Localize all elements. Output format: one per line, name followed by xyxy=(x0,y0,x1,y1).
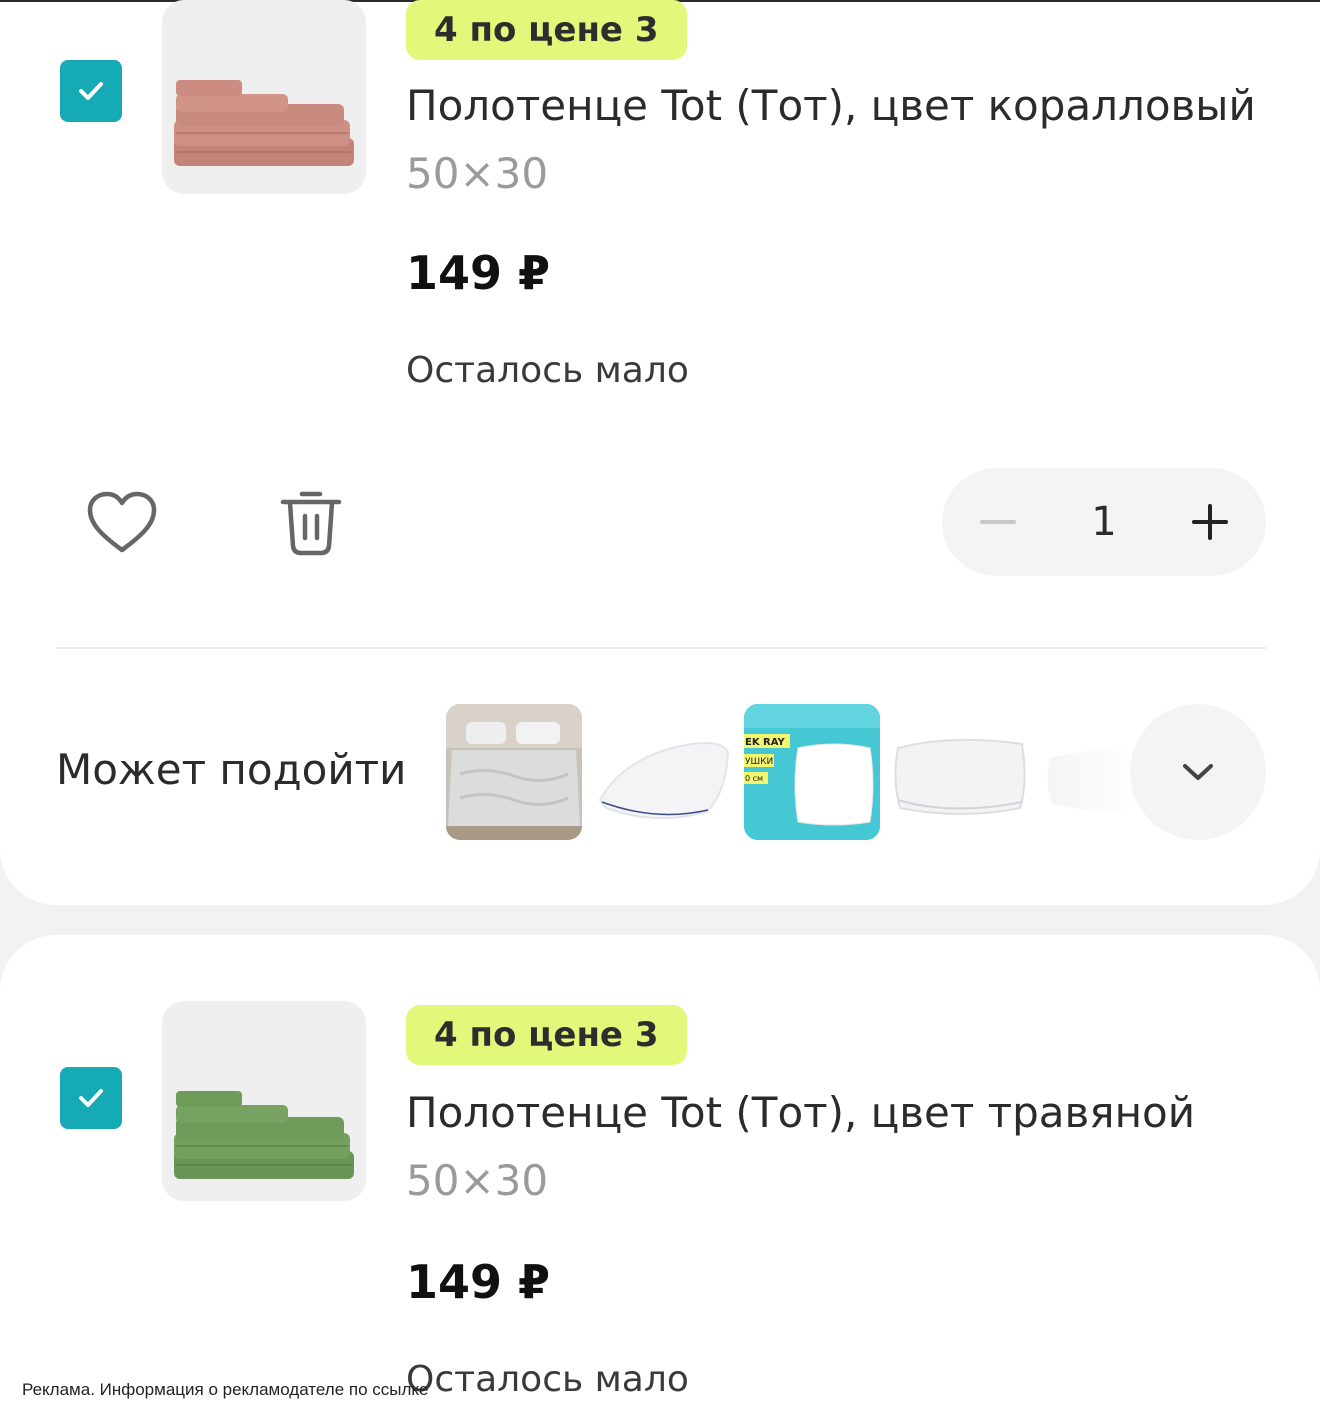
heart-icon xyxy=(87,491,157,553)
suggestion-thumbnail[interactable] xyxy=(892,704,1028,840)
coral-towel-image xyxy=(174,80,354,166)
thumb-text: УШКИ xyxy=(745,757,773,767)
quantity-value: 1 xyxy=(1091,499,1117,545)
suggestion-thumbnail[interactable]: EK RAY УШКИ 0 см xyxy=(744,704,880,840)
product-image[interactable] xyxy=(162,0,366,194)
green-towel-image xyxy=(174,1091,354,1179)
thumb-text: 0 см xyxy=(745,774,763,783)
product-image[interactable] xyxy=(162,1001,366,1201)
expand-suggestions-button[interactable] xyxy=(1130,704,1266,840)
item-select-checkbox[interactable] xyxy=(60,60,122,122)
product-price: 149 ₽ xyxy=(406,1255,551,1309)
pillow-image xyxy=(892,704,1028,840)
cart-item-card: 4 по цене 3 Полотенце Tot (Тот), цвет ко… xyxy=(0,0,1320,905)
ad-notice[interactable]: Реклама. Информация о рекламодателе по с… xyxy=(22,1380,429,1400)
plus-icon[interactable] xyxy=(1192,504,1228,540)
pillow-image xyxy=(596,704,732,840)
promo-badge: 4 по цене 3 xyxy=(406,0,687,60)
product-title[interactable]: Полотенце Tot (Тот), цвет коралловый xyxy=(406,80,1256,132)
product-title[interactable]: Полотенце Tot (Тот), цвет травяной xyxy=(406,1087,1195,1139)
carousel-fade xyxy=(1040,704,1140,840)
suggestions-label: Может подойти xyxy=(56,745,407,794)
item-select-checkbox[interactable] xyxy=(60,1067,122,1129)
checkmark-icon xyxy=(79,82,103,100)
bed-image xyxy=(446,704,582,840)
product-price: 149 ₽ xyxy=(406,246,551,300)
delete-button[interactable] xyxy=(278,486,344,558)
pillow-ad-image: EK RAY УШКИ 0 см xyxy=(744,704,880,840)
promo-badge: 4 по цене 3 xyxy=(406,1005,687,1065)
trash-icon xyxy=(280,491,342,556)
product-size: 50×30 xyxy=(406,149,549,198)
favorite-button[interactable] xyxy=(86,490,158,556)
chevron-down-icon xyxy=(1183,764,1213,780)
quantity-stepper[interactable]: 1 xyxy=(942,468,1266,576)
suggestion-thumbnail[interactable] xyxy=(446,704,582,840)
stock-status: Осталось мало xyxy=(406,1359,689,1400)
minus-icon xyxy=(980,520,1016,524)
checkmark-icon xyxy=(79,1089,103,1107)
stock-status: Осталось мало xyxy=(406,350,689,391)
thumb-text: EK RAY xyxy=(745,737,786,748)
divider xyxy=(56,647,1266,649)
suggestion-thumbnail[interactable] xyxy=(596,704,732,840)
cart-item-card: 4 по цене 3 Полотенце Tot (Тот), цвет тр… xyxy=(0,935,1320,1415)
product-size: 50×30 xyxy=(406,1156,549,1205)
